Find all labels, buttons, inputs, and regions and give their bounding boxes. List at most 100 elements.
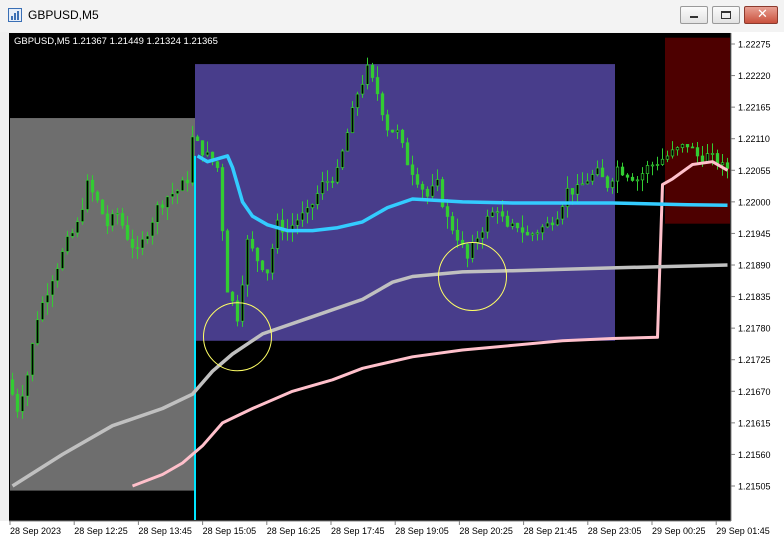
candle-body bbox=[510, 222, 515, 227]
candle-body bbox=[525, 231, 530, 236]
candle-body bbox=[710, 153, 715, 155]
candle-body bbox=[570, 188, 575, 195]
candle-body bbox=[640, 173, 645, 181]
candle-body bbox=[190, 136, 195, 184]
minimize-button[interactable] bbox=[680, 6, 708, 24]
window-title: GBPUSD,M5 bbox=[28, 8, 99, 22]
candle-body bbox=[445, 206, 450, 217]
candle-body bbox=[555, 218, 560, 226]
candle-body bbox=[505, 215, 510, 227]
candle-body bbox=[245, 238, 250, 286]
candle-body bbox=[95, 191, 100, 201]
candle-body bbox=[725, 162, 730, 169]
candle-body bbox=[80, 209, 85, 223]
candle-body bbox=[180, 179, 185, 192]
candle-body bbox=[100, 199, 105, 215]
candle-body bbox=[15, 393, 20, 412]
candle-body bbox=[465, 244, 470, 259]
candle-body bbox=[315, 193, 320, 205]
candle-body bbox=[520, 227, 525, 233]
candle-body bbox=[635, 179, 640, 182]
candle-body bbox=[205, 151, 210, 156]
candle-body bbox=[115, 213, 120, 215]
price-tick-label: 1.21780 bbox=[738, 324, 771, 334]
candle-body bbox=[50, 280, 55, 296]
time-tick-label: 28 Sep 21:45 bbox=[524, 526, 578, 536]
candle-body bbox=[175, 190, 180, 195]
maximize-button[interactable] bbox=[712, 6, 740, 24]
candle-body bbox=[435, 179, 440, 187]
price-tick-label: 1.22275 bbox=[738, 40, 771, 50]
candle-body bbox=[260, 260, 265, 271]
candle-body bbox=[375, 77, 380, 95]
close-button[interactable]: ✕ bbox=[744, 6, 778, 24]
candle-body bbox=[195, 136, 200, 142]
candle-body bbox=[130, 238, 135, 248]
candle-body bbox=[335, 167, 340, 183]
candle-body bbox=[110, 213, 115, 227]
candle-body bbox=[655, 164, 660, 166]
candle-body bbox=[575, 184, 580, 195]
candle-body bbox=[265, 269, 270, 274]
candle-body bbox=[610, 180, 615, 188]
candle-body bbox=[225, 230, 230, 293]
candle-body bbox=[600, 167, 605, 178]
candle-body bbox=[85, 179, 90, 210]
candle-body bbox=[215, 161, 220, 168]
time-tick-label: 28 Sep 12:25 bbox=[74, 526, 128, 536]
candle-body bbox=[125, 225, 130, 240]
candle-body bbox=[135, 247, 140, 249]
price-tick-label: 1.22220 bbox=[738, 71, 771, 81]
chart-info-line: GBPUSD,M5 1.21367 1.21449 1.21324 1.2136… bbox=[14, 36, 218, 47]
candle-body bbox=[490, 211, 495, 217]
candle-body bbox=[155, 204, 160, 223]
candle-body bbox=[430, 185, 435, 197]
price-tick-label: 1.21890 bbox=[738, 261, 771, 271]
candle-body bbox=[720, 162, 725, 166]
candle-body bbox=[355, 93, 360, 108]
candle-body bbox=[35, 319, 40, 344]
candle-body bbox=[395, 129, 400, 133]
price-tick-label: 1.21505 bbox=[738, 482, 771, 492]
candle-body bbox=[470, 242, 475, 259]
candle-body bbox=[580, 183, 585, 186]
gray-zone bbox=[10, 118, 195, 491]
candle-body bbox=[615, 166, 620, 182]
candle-body bbox=[300, 212, 305, 221]
candle-body bbox=[350, 107, 355, 134]
price-tick-label: 1.22110 bbox=[738, 134, 770, 144]
candle-body bbox=[370, 64, 375, 78]
price-tick-label: 1.21615 bbox=[738, 418, 771, 428]
price-tick-label: 1.21945 bbox=[738, 229, 771, 239]
candle-body bbox=[455, 229, 460, 241]
chart-app-icon bbox=[8, 8, 22, 22]
candle-body bbox=[320, 181, 325, 194]
candle-body bbox=[625, 174, 630, 178]
time-tick-label: 28 Sep 2023 bbox=[10, 526, 61, 536]
candle-body bbox=[650, 164, 655, 167]
candle-body bbox=[620, 166, 625, 176]
candle-body bbox=[690, 146, 695, 149]
candle-body bbox=[55, 268, 60, 282]
candle-body bbox=[40, 302, 45, 321]
candle-body bbox=[530, 233, 535, 236]
candle-body bbox=[330, 181, 335, 183]
title-bar[interactable]: GBPUSD,M5 ✕ bbox=[0, 0, 784, 33]
candle-body bbox=[10, 379, 15, 395]
candle-body bbox=[105, 213, 110, 227]
red-zone bbox=[665, 37, 730, 224]
candle-body bbox=[250, 238, 255, 249]
time-tick-label: 28 Sep 23:05 bbox=[588, 526, 642, 536]
candle-body bbox=[65, 236, 70, 252]
candle-body bbox=[405, 142, 410, 166]
price-tick-label: 1.22055 bbox=[738, 166, 771, 176]
candle-body bbox=[340, 150, 345, 168]
candle-body bbox=[475, 237, 480, 243]
candle-body bbox=[410, 164, 415, 175]
candle-body bbox=[420, 183, 425, 190]
candle-body bbox=[415, 174, 420, 185]
price-chart[interactable]: 1.22275 1.22220 1.22165 1.22110 1.22055 1.220… bbox=[0, 32, 784, 546]
candle-body bbox=[560, 206, 565, 220]
candle-body bbox=[365, 64, 370, 85]
candle-body bbox=[630, 176, 635, 181]
